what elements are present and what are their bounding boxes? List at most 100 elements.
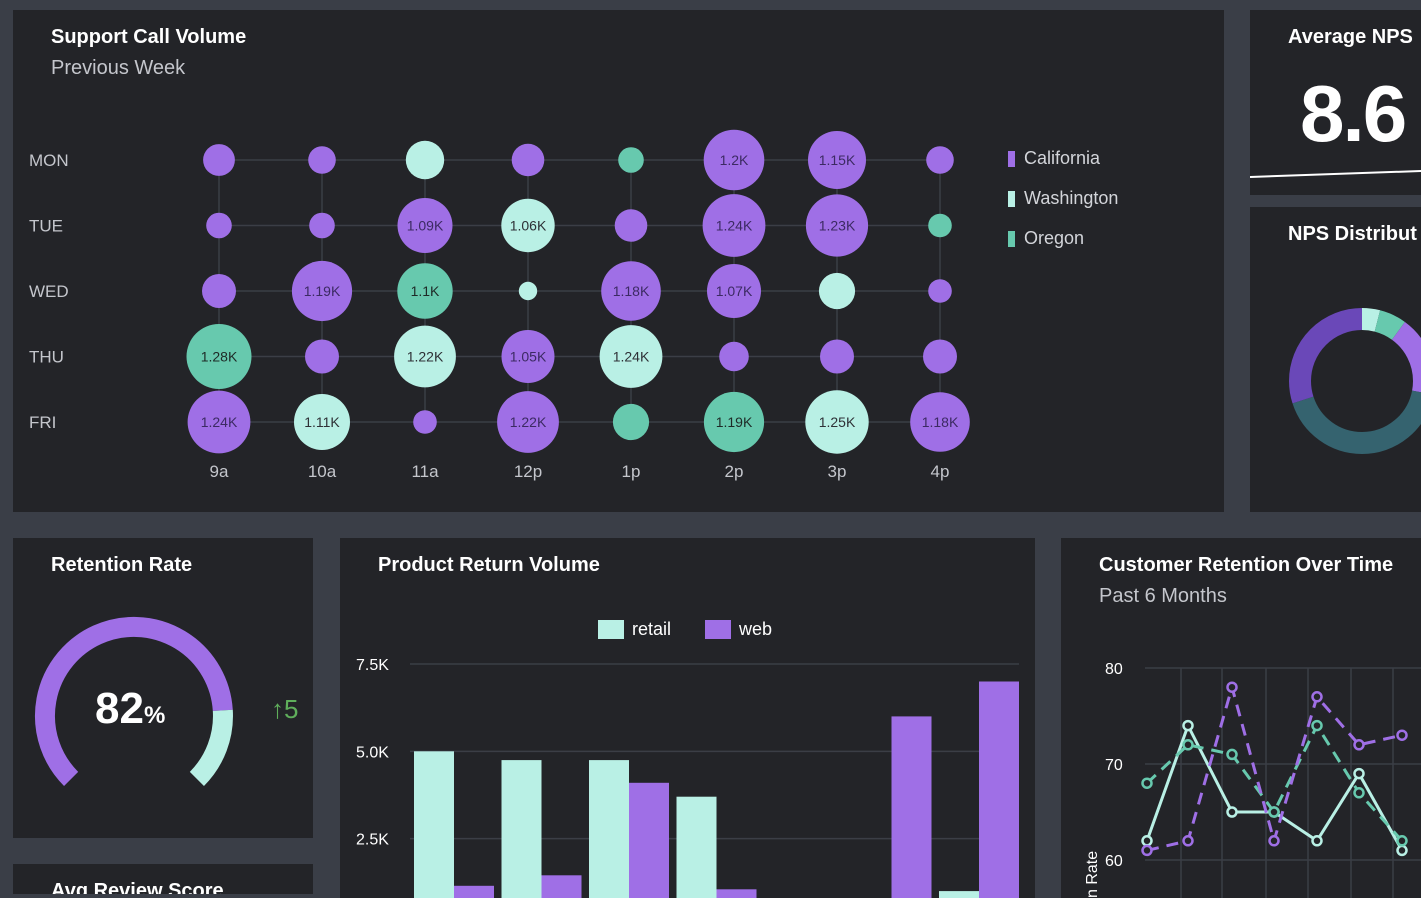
row-label: WED <box>29 282 69 301</box>
legend-item-california: California <box>1008 148 1100 169</box>
line-point-dash-purple <box>1355 740 1364 749</box>
bubble-california <box>305 340 339 374</box>
bubble-value-label: 1.05K <box>510 349 547 365</box>
line-point-dash-teal <box>1228 750 1237 759</box>
bar-retail <box>502 760 542 898</box>
avg-review-panel: Avg Review Score <box>13 864 313 894</box>
bubble-california <box>512 144 545 177</box>
bubble-value-label: 1.18K <box>613 283 650 299</box>
line-point-solid-mint <box>1355 769 1364 778</box>
bubble-value-label: 1.18K <box>922 414 959 430</box>
bubble-california <box>308 146 336 174</box>
retention-rate-panel: Retention Rate 82% ↑5 <box>13 538 313 838</box>
bubble-value-label: 1.24K <box>201 414 238 430</box>
bar-retail <box>414 751 454 898</box>
legend-label: Washington <box>1024 188 1118 209</box>
return-bar-chart: 7.5K5.0K2.5K <box>340 538 1035 898</box>
row-label: THU <box>29 348 64 367</box>
bubble-california <box>928 279 952 303</box>
bubble-value-label: 1.15K <box>819 152 856 168</box>
line-point-dash-teal <box>1313 721 1322 730</box>
retention-unit: % <box>144 702 165 729</box>
retention-delta: ↑5 <box>271 694 298 725</box>
bubble-value-label: 1.19K <box>716 414 753 430</box>
bubble-california <box>615 209 648 242</box>
bar-web <box>629 783 669 898</box>
line-point-dash-purple <box>1184 836 1193 845</box>
line-point-dash-purple <box>1398 731 1407 740</box>
legend-swatch <box>1008 191 1015 207</box>
line-ylabel: n Rate <box>1084 851 1101 898</box>
line-point-solid-mint <box>1184 721 1193 730</box>
bubble-value-label: 1.22K <box>407 349 444 365</box>
col-label: 1p <box>622 462 641 481</box>
bubble-value-label: 1.1K <box>411 283 440 299</box>
bubble-value-label: 1.28K <box>201 349 238 365</box>
row-label: MON <box>29 151 69 170</box>
bubble-value-label: 1.09K <box>407 218 444 234</box>
bar-ytick-label: 2.5K <box>356 832 389 849</box>
support-call-panel: Support Call Volume Previous Week MONTUE… <box>13 10 1224 512</box>
product-return-panel: Product Return Volume retail web 7.5K5.0… <box>340 538 1035 898</box>
col-label: 2p <box>725 462 744 481</box>
bubble-washington <box>819 273 855 309</box>
bubble-california <box>203 144 235 176</box>
line-ytick-label: 70 <box>1105 757 1123 774</box>
retention-line-chart: 80 70 60n Rate <box>1061 538 1421 898</box>
line-point-solid-mint <box>1398 846 1407 855</box>
line-point-dash-teal <box>1184 740 1193 749</box>
bar-retail <box>677 797 717 898</box>
bubble-value-label: 1.19K <box>304 283 341 299</box>
bubble-oregon <box>613 404 649 440</box>
bubble-washington <box>519 282 537 300</box>
nps-underline <box>1250 10 1421 195</box>
line-series-dash-purple <box>1147 687 1402 850</box>
bubble-value-label: 1.07K <box>716 283 753 299</box>
line-point-dash-teal <box>1398 836 1407 845</box>
bubble-oregon <box>928 214 952 238</box>
bubble-value-label: 1.24K <box>716 218 753 234</box>
line-point-solid-mint <box>1143 836 1152 845</box>
nps-donut-chart <box>1250 207 1421 512</box>
bar-retail <box>939 891 979 898</box>
nps-distribution-panel: NPS Distribut <box>1250 207 1421 512</box>
bar-ytick-label: 7.5K <box>356 657 389 674</box>
arrow-up-icon: ↑ <box>271 694 284 724</box>
retention-value-wrap: 82% <box>95 684 165 734</box>
line-point-dash-teal <box>1143 779 1152 788</box>
retention-delta-value: 5 <box>284 694 298 724</box>
bubble-california <box>923 340 957 374</box>
bubble-chart: MONTUEWEDTHUFRI9a10a11a12p1p2p3p4p1.2K1.… <box>13 10 1224 512</box>
legend-swatch <box>1008 231 1015 247</box>
line-ytick-label: 80 <box>1105 661 1123 678</box>
bar-web <box>979 682 1019 898</box>
bubble-value-label: 1.06K <box>510 218 547 234</box>
legend-swatch <box>1008 151 1015 167</box>
bar-retail <box>589 760 629 898</box>
line-point-solid-mint <box>1228 808 1237 817</box>
legend-label: Oregon <box>1024 228 1084 249</box>
bar-web <box>542 875 582 898</box>
bubble-value-label: 1.11K <box>304 414 340 430</box>
customer-retention-panel: Customer Retention Over Time Past 6 Mont… <box>1061 538 1421 898</box>
bubble-california <box>309 213 335 239</box>
line-point-dash-teal <box>1355 788 1364 797</box>
line-point-dash-teal <box>1270 808 1279 817</box>
legend-item-washington: Washington <box>1008 188 1118 209</box>
line-point-dash-purple <box>1313 692 1322 701</box>
col-label: 12p <box>514 462 542 481</box>
bubble-california <box>413 410 437 434</box>
bubble-value-label: 1.2K <box>720 152 749 168</box>
line-ytick-label: 60 <box>1105 853 1123 870</box>
col-label: 10a <box>308 462 337 481</box>
bubble-oregon <box>618 147 644 173</box>
line-point-dash-purple <box>1143 846 1152 855</box>
bubble-california <box>926 146 954 174</box>
col-label: 3p <box>828 462 847 481</box>
col-label: 11a <box>411 462 439 481</box>
col-label: 9a <box>210 462 229 481</box>
line-point-dash-purple <box>1270 836 1279 845</box>
bubble-value-label: 1.25K <box>819 414 856 430</box>
row-label: FRI <box>29 413 56 432</box>
legend-label: California <box>1024 148 1100 169</box>
